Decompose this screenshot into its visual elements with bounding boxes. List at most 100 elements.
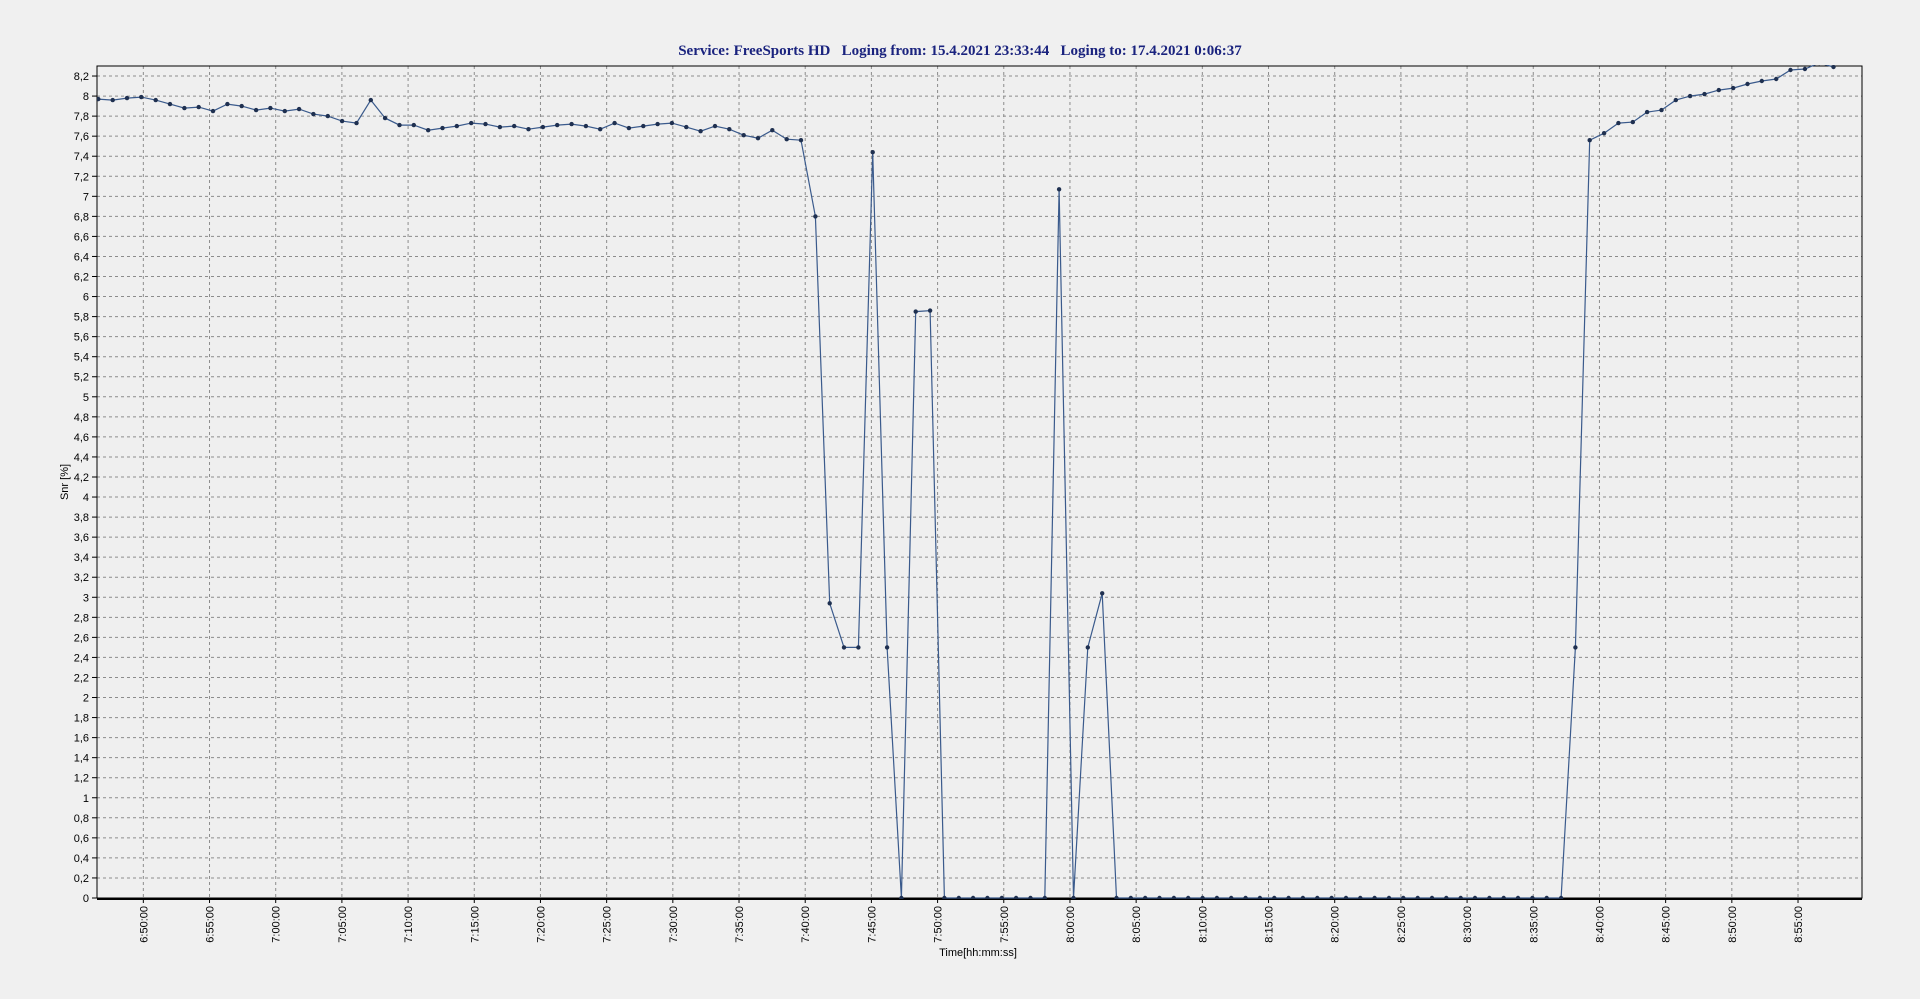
data-point xyxy=(1788,67,1793,73)
x-tick-label: 8:25:00 xyxy=(1396,906,1408,943)
y-tick-label: 3,4 xyxy=(74,552,89,564)
x-tick-label: 7:35:00 xyxy=(734,906,746,943)
y-tick-label: 1,6 xyxy=(74,733,89,745)
data-point xyxy=(124,95,130,101)
x-tick-label: 7:45:00 xyxy=(866,906,878,943)
data-point xyxy=(727,127,732,132)
data-point xyxy=(612,120,617,126)
data-point xyxy=(655,121,660,127)
data-point xyxy=(382,115,388,121)
y-tick-label: 5,6 xyxy=(74,332,89,344)
y-axis-title: Snr [%] xyxy=(59,464,71,500)
plot-background xyxy=(97,66,1862,898)
x-tick-label: 7:00:00 xyxy=(271,906,283,943)
y-tick-label: 7,6 xyxy=(74,131,89,143)
y-tick-label: 2 xyxy=(83,693,89,705)
data-point xyxy=(153,97,158,103)
y-tick-label: 0,6 xyxy=(74,833,89,845)
data-point xyxy=(182,105,187,111)
data-point xyxy=(1673,97,1679,103)
data-point xyxy=(1702,91,1707,97)
data-point xyxy=(770,128,775,133)
data-point xyxy=(225,101,230,107)
x-tick-label: 6:50:00 xyxy=(138,906,150,943)
data-point xyxy=(1802,66,1808,72)
data-point xyxy=(641,123,646,129)
data-point xyxy=(196,104,201,110)
data-point xyxy=(669,120,675,126)
data-point xyxy=(397,122,402,128)
x-tick-label: 7:20:00 xyxy=(535,906,547,943)
x-tick-label: 7:05:00 xyxy=(337,906,349,943)
data-point xyxy=(884,645,890,650)
data-point xyxy=(1056,187,1062,192)
y-tick-label: 0,2 xyxy=(74,873,89,885)
data-point xyxy=(339,118,345,124)
x-tick-label: 8:35:00 xyxy=(1528,906,1540,943)
y-tick-label: 1,4 xyxy=(74,753,89,765)
data-point xyxy=(626,125,632,131)
y-tick-label: 7,2 xyxy=(74,171,89,183)
y-tick-label: 1,2 xyxy=(74,773,89,785)
data-point xyxy=(1616,120,1621,126)
y-tick-label: 3,8 xyxy=(74,512,89,524)
data-point xyxy=(712,123,718,129)
data-point xyxy=(827,601,832,606)
data-point xyxy=(325,113,330,119)
x-tick-label: 7:55:00 xyxy=(999,906,1011,943)
data-point xyxy=(927,308,933,313)
y-tick-label: 5 xyxy=(83,392,89,404)
data-point xyxy=(354,120,359,126)
snr-line-chart: Service: FreeSports HD Loging from: 15.4… xyxy=(0,0,1920,999)
y-tick-label: 4,8 xyxy=(74,412,89,424)
data-point xyxy=(440,125,445,131)
y-tick-label: 4,2 xyxy=(74,472,89,484)
y-tick-label: 0,8 xyxy=(74,813,89,825)
y-tick-label: 1 xyxy=(83,793,89,805)
x-tick-label: 7:30:00 xyxy=(668,906,680,943)
data-point xyxy=(841,645,847,650)
data-point xyxy=(368,97,373,103)
x-axis-title: Time[hh:mm:ss] xyxy=(939,947,1017,959)
x-tick-label: 8:30:00 xyxy=(1462,906,1474,943)
data-point xyxy=(1759,78,1765,84)
x-tick-label: 8:40:00 xyxy=(1594,906,1606,943)
data-point xyxy=(426,128,431,133)
data-point xyxy=(813,214,818,219)
data-point xyxy=(583,123,589,129)
y-tick-label: 7,4 xyxy=(74,151,89,163)
data-point xyxy=(1687,93,1693,99)
data-point xyxy=(1731,85,1736,91)
x-tick-label: 8:55:00 xyxy=(1793,906,1805,943)
data-point xyxy=(268,105,273,111)
data-point xyxy=(1774,76,1779,82)
y-tick-label: 3,2 xyxy=(74,572,89,584)
data-point xyxy=(698,129,703,134)
data-point xyxy=(239,103,244,109)
data-point xyxy=(282,108,287,114)
x-tick-label: 7:25:00 xyxy=(602,906,614,943)
x-tick-label: 7:15:00 xyxy=(469,906,481,943)
data-point xyxy=(139,94,144,100)
data-point xyxy=(540,124,546,130)
data-point xyxy=(1831,65,1836,70)
y-tick-label: 6,6 xyxy=(74,231,89,243)
data-point xyxy=(497,124,503,130)
data-point xyxy=(469,120,474,126)
data-point xyxy=(913,309,918,314)
data-point xyxy=(483,121,488,127)
data-point xyxy=(167,101,173,107)
x-tick-label: 7:10:00 xyxy=(403,906,415,943)
y-tick-label: 7,8 xyxy=(74,111,89,123)
y-tick-label: 8 xyxy=(83,91,89,103)
data-point xyxy=(1573,645,1578,650)
x-tick-label: 8:45:00 xyxy=(1661,906,1673,943)
y-tick-label: 5,4 xyxy=(74,352,89,364)
data-point xyxy=(110,97,115,103)
x-tick-label: 8:05:00 xyxy=(1131,906,1143,943)
y-tick-label: 6,2 xyxy=(74,272,89,284)
data-point xyxy=(741,133,746,138)
x-tick-label: 6:55:00 xyxy=(205,906,217,943)
data-point xyxy=(684,124,689,130)
y-tick-label: 6,8 xyxy=(74,211,89,223)
